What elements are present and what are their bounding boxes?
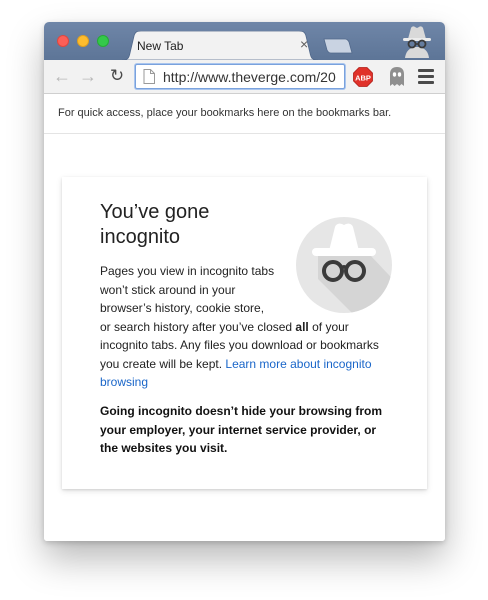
bookmarks-bar-hint: For quick access, place your bookmarks h… — [58, 107, 392, 119]
description-line-2: or search history after you’ve closed — [100, 319, 296, 334]
page-title: You’ve gone incognito — [100, 201, 210, 248]
reload-icon[interactable]: ↻ — [107, 66, 127, 86]
tab-new-tab[interactable]: New Tab × — [122, 31, 318, 60]
page-icon — [143, 69, 155, 84]
browser-window: New Tab × ← → ↻ http://www.theverge.com/… — [44, 22, 445, 541]
ghostery-icon[interactable] — [387, 66, 407, 88]
adblock-plus-icon[interactable]: ABP — [353, 67, 373, 87]
address-bar-url: http://www.theverge.com/20 — [163, 69, 336, 85]
address-bar[interactable]: http://www.theverge.com/20 — [135, 64, 345, 89]
hamburger-menu-icon[interactable] — [418, 69, 434, 84]
tab-title: New Tab — [137, 39, 184, 53]
forward-arrow-icon[interactable]: → — [78, 66, 98, 86]
new-tab-icon — [323, 38, 353, 54]
window-maximize-button[interactable] — [97, 35, 109, 47]
window-minimize-button[interactable] — [77, 35, 89, 47]
tab-strip: New Tab × — [44, 22, 445, 60]
new-tab-button[interactable] — [323, 38, 353, 54]
description-line-1: Pages you view in incognito tabs won’t s… — [100, 264, 275, 315]
description-bold-all: all — [295, 319, 309, 334]
incognito-card: You’ve gone incognito Pages you view in … — [62, 177, 427, 489]
tab-close-icon[interactable]: × — [300, 37, 308, 51]
incognito-avatar-icon — [400, 25, 434, 58]
back-arrow-icon[interactable]: ← — [52, 66, 72, 86]
incognito-page: You’ve gone incognito Pages you view in … — [44, 134, 445, 541]
incognito-warning: Going incognito doesn’t hide your browsi… — [100, 404, 382, 455]
incognito-description: Pages you view in incognito tabs won’t s… — [100, 262, 390, 392]
browser-toolbar: ← → ↻ http://www.theverge.com/20 ABP — [44, 60, 445, 94]
bookmarks-bar: For quick access, place your bookmarks h… — [44, 94, 445, 134]
svg-text:ABP: ABP — [355, 73, 371, 82]
window-close-button[interactable] — [57, 35, 69, 47]
